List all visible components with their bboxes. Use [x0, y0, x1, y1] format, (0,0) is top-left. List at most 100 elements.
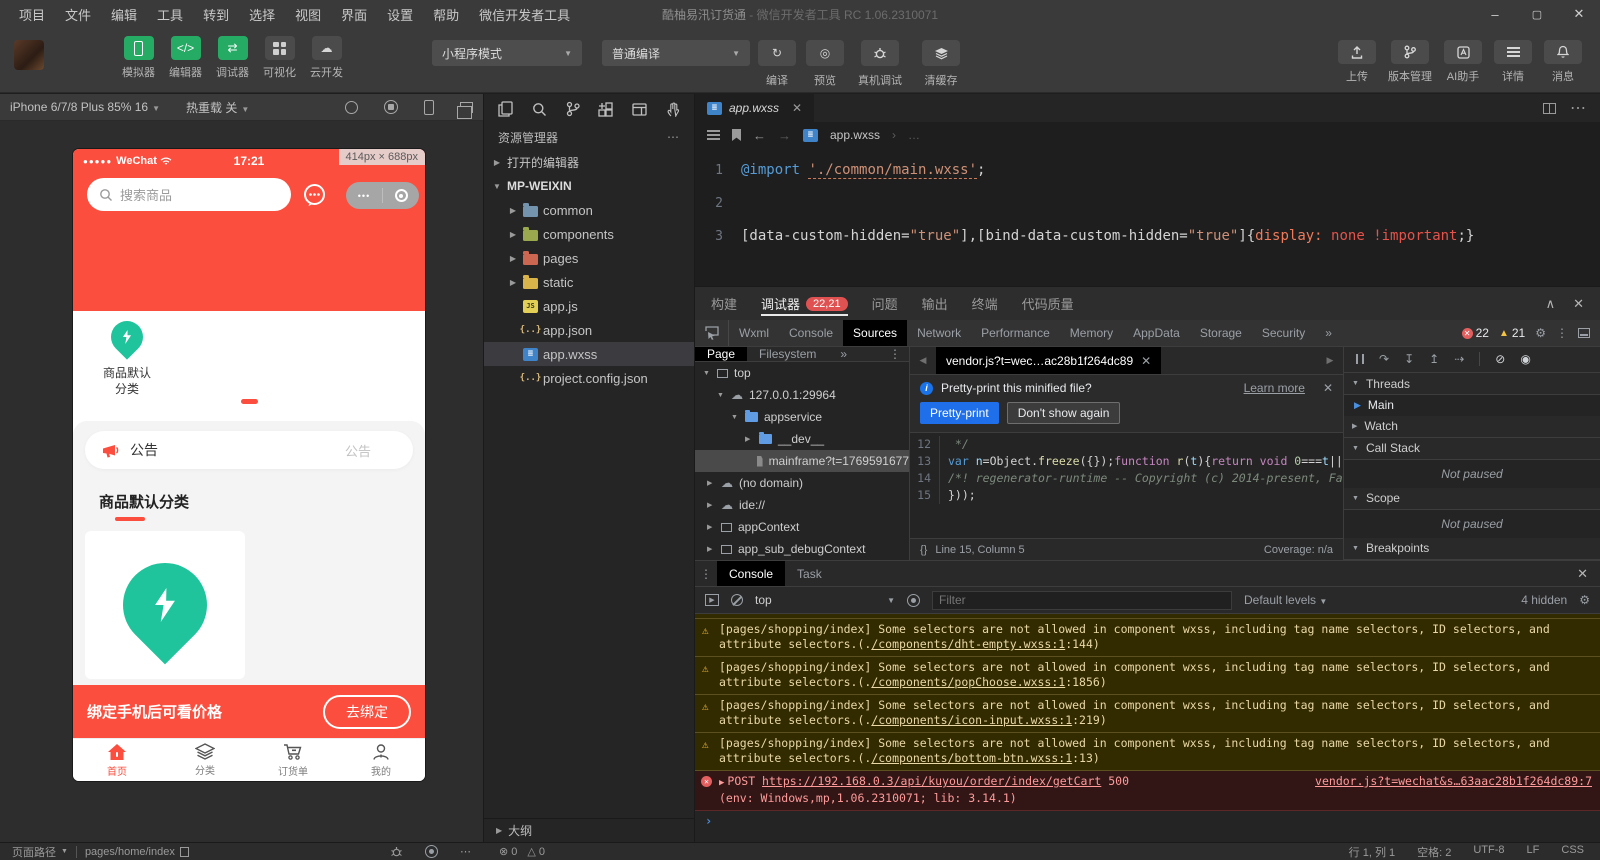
warning-message[interactable]: ⚠ [pages/shopping/index] Some selectors a… — [695, 733, 1600, 771]
close-panel-icon[interactable]: ✕ — [1573, 296, 1584, 312]
step-out-icon[interactable]: ↥ — [1429, 352, 1439, 366]
wxss-link[interactable]: /components/bottom-btn.wxss:1 — [871, 751, 1072, 765]
tab-debugger[interactable]: 调试器 22,21 — [761, 287, 848, 320]
menu-goto[interactable]: 转到 — [194, 2, 238, 27]
devtools-menu-icon[interactable]: ⋮ — [1556, 326, 1568, 340]
tree-dev[interactable]: ▶ __dev__ — [695, 428, 909, 450]
mode-select[interactable]: 小程序模式 ▼ — [432, 40, 582, 66]
tabs-scroll-right-icon[interactable]: ▶ — [1317, 347, 1343, 374]
tab-vendor-js[interactable]: vendor.js?t=wec…ac28b1f264dc89 ✕ — [936, 347, 1162, 374]
tree-ide[interactable]: ▶ ☁ ide:// — [695, 494, 909, 516]
split-editor-icon[interactable] — [1543, 102, 1556, 114]
scope-section[interactable]: ▼ Scope — [1344, 487, 1600, 510]
step-into-icon[interactable]: ↧ — [1404, 352, 1414, 366]
folder-pages[interactable]: ▶ pages — [484, 246, 694, 270]
maximize-button[interactable]: ▢ — [1516, 0, 1558, 28]
threads-section[interactable]: ▼ Threads — [1344, 372, 1600, 396]
visualization-toggle-button[interactable]: 可视化 — [263, 36, 296, 80]
tree-debugcontext[interactable]: ▶ app_sub_debugContext — [695, 538, 909, 560]
nav-more-icon[interactable]: » — [828, 347, 859, 361]
user-avatar[interactable] — [14, 40, 44, 70]
step-icon[interactable]: ⇢ — [1454, 352, 1464, 366]
menu-interface[interactable]: 界面 — [332, 2, 376, 27]
warning-count[interactable]: △ 0 — [527, 845, 545, 858]
go-bind-button[interactable]: 去绑定 — [323, 694, 411, 729]
cloud-dev-button[interactable]: ☁ 云开发 — [310, 36, 343, 80]
tab-storage[interactable]: Storage — [1190, 320, 1252, 346]
hand-icon[interactable] — [666, 102, 680, 117]
copy-icon[interactable] — [179, 846, 189, 857]
wxss-link[interactable]: /components/dht-empty.wxss:1 — [871, 637, 1065, 651]
collapse-panel-icon[interactable]: ∧ — [1546, 296, 1556, 312]
inspect-element-icon[interactable] — [695, 320, 729, 346]
indentation[interactable]: 空格: 2 — [1417, 844, 1451, 860]
file-app-wxss[interactable]: ≡ app.wxss — [484, 342, 694, 366]
tab-order-form[interactable]: 订货单 — [249, 739, 337, 781]
page-path-value[interactable]: pages/home/index — [85, 846, 189, 858]
step-over-icon[interactable]: ↷ — [1379, 352, 1389, 366]
close-button[interactable]: ✕ — [1558, 0, 1600, 28]
capsule-home-button[interactable] — [383, 189, 419, 202]
editor-toggle-button[interactable]: </> 编辑器 — [169, 36, 202, 80]
call-stack-section[interactable]: ▼ Call Stack — [1344, 437, 1600, 461]
tab-profile[interactable]: 我的 — [337, 739, 425, 781]
menu-select[interactable]: 选择 — [240, 2, 284, 27]
console-settings-icon[interactable]: ⚙ — [1579, 593, 1590, 607]
bookmark-icon[interactable] — [732, 129, 741, 141]
statusbar-more-icon[interactable]: ⋯ — [460, 845, 471, 858]
menu-view[interactable]: 视图 — [286, 2, 330, 27]
wxss-link[interactable]: /components/popChoose.wxss:1 — [871, 675, 1065, 689]
tab-categories[interactable]: 分类 — [161, 739, 249, 781]
menu-file[interactable]: 文件 — [56, 2, 100, 27]
tab-problems[interactable]: 问题 — [872, 287, 898, 320]
tab-security[interactable]: Security — [1252, 320, 1315, 346]
pause-on-exceptions-icon[interactable]: ◉ — [1520, 352, 1530, 366]
encoding[interactable]: UTF-8 — [1473, 844, 1504, 860]
explorer-more-button[interactable]: ⋯ — [667, 130, 680, 144]
close-drawer-icon[interactable]: ✕ — [1577, 561, 1600, 586]
minimize-button[interactable]: – — [1474, 0, 1516, 28]
drawer-grip-icon[interactable]: ⋮ — [695, 561, 717, 586]
tab-page[interactable]: Page — [695, 347, 748, 361]
pause-icon[interactable] — [1356, 354, 1364, 365]
vendor-code[interactable]: 12 */ 13 var n=Object.freeze({});function… — [910, 433, 1343, 538]
wxss-link[interactable]: /components/icon-input.wxss:1 — [871, 713, 1072, 727]
filter-input[interactable] — [932, 590, 1232, 610]
extensions-icon[interactable] — [598, 101, 614, 117]
menu-edit[interactable]: 编辑 — [102, 2, 146, 27]
tab-memory[interactable]: Memory — [1060, 320, 1123, 346]
statusbar-bug-icon[interactable] — [390, 846, 403, 858]
open-editors-section[interactable]: ▶ 打开的编辑器 — [484, 150, 694, 174]
float-window-icon[interactable] — [457, 101, 473, 119]
tab-build[interactable]: 构建 — [711, 287, 737, 320]
console-prompt[interactable]: › — [695, 811, 1600, 831]
thread-main[interactable]: ▶ Main — [1344, 395, 1600, 416]
devtools-settings-icon[interactable]: ⚙ — [1535, 326, 1546, 340]
clear-cache-button[interactable]: 清缓存 — [922, 40, 960, 88]
menu-help[interactable]: 帮助 — [424, 2, 468, 27]
version-control-button[interactable]: 版本管理 — [1388, 40, 1432, 84]
git-branch-icon[interactable] — [566, 101, 580, 117]
tab-code-quality[interactable]: 代码质量 — [1022, 287, 1074, 320]
editor-more-icon[interactable]: ⋯ — [1570, 98, 1586, 118]
tab-terminal[interactable]: 终端 — [972, 287, 998, 320]
context-select[interactable]: top ▼ — [755, 593, 895, 607]
eol[interactable]: LF — [1527, 844, 1540, 860]
statusbar-eye-icon[interactable] — [425, 845, 438, 858]
back-icon[interactable]: ← — [753, 128, 766, 143]
tabs-scroll-left-icon[interactable]: ◀ — [910, 347, 936, 374]
tree-appservice[interactable]: ▼ appservice — [695, 406, 909, 428]
notice-bar[interactable]: 公告 公告 — [85, 431, 413, 469]
close-infobar-icon[interactable]: ✕ — [1323, 381, 1333, 395]
tree-top[interactable]: ▼ top — [695, 362, 909, 384]
language-mode[interactable]: CSS — [1561, 844, 1584, 860]
tab-network[interactable]: Network — [907, 320, 971, 346]
request-url-link[interactable]: https://192.168.0.3/api/kuyou/order/inde… — [762, 774, 1101, 788]
tree-no-domain[interactable]: ▶ ☁ (no domain) — [695, 472, 909, 494]
tab-sources[interactable]: Sources — [843, 320, 908, 346]
device-debug-button[interactable]: 真机调试 — [858, 40, 902, 88]
compile-mode-select[interactable]: 普通编译 ▼ — [602, 40, 750, 66]
menu-settings[interactable]: 设置 — [378, 2, 422, 27]
tree-mainframe[interactable]: mainframe?t=1769591677 — [695, 450, 909, 472]
tab-output[interactable]: 输出 — [922, 287, 948, 320]
